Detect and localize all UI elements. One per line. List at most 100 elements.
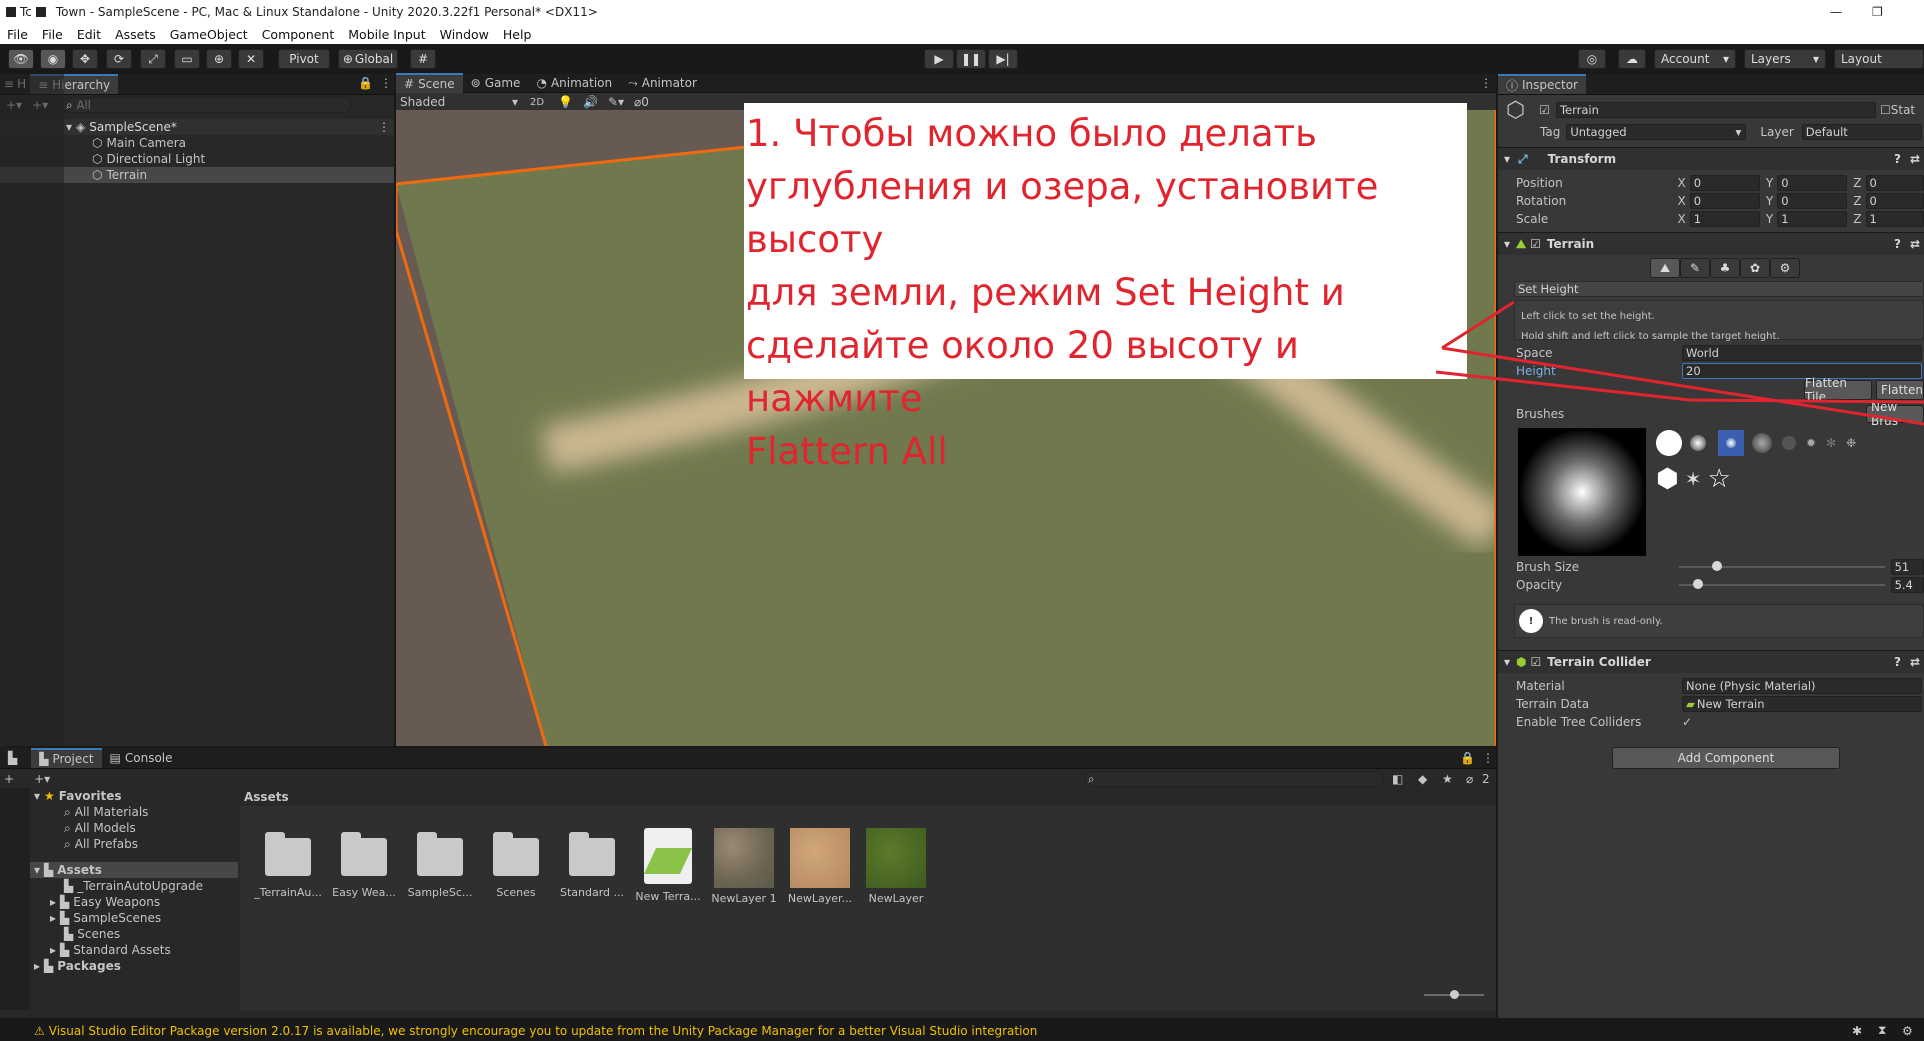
menu-gameobject[interactable]: GameObject [170, 27, 248, 42]
kebab-icon[interactable]: ⋮ [1482, 751, 1494, 765]
asset-item[interactable]: NewLayer 1 [706, 828, 782, 905]
rect-tool-button[interactable]: ▭ [174, 49, 200, 69]
brush-splat-icon[interactable]: ✹ [1806, 436, 1816, 450]
move-tool-button[interactable]: ✥ [72, 49, 98, 69]
tab-inspector[interactable]: ⓘ Inspector [1498, 74, 1586, 94]
tree-tool[interactable]: ♣ [1710, 258, 1740, 278]
scale-tool-button[interactable]: ⤢ [140, 49, 166, 69]
brush-hard-round-icon[interactable] [1656, 430, 1682, 456]
asset-item[interactable]: Standard ... [554, 828, 630, 899]
asset-item[interactable]: Easy Wea... [326, 828, 402, 899]
slider-handle[interactable] [1711, 561, 1722, 571]
effects-icon[interactable]: ✎▾ [608, 95, 624, 109]
tab-animation[interactable]: ◔ Animation [528, 73, 620, 93]
tree-item[interactable]: ▸ ▙ SampleScenes [30, 910, 238, 926]
pivot-toggle[interactable]: Pivot [278, 49, 330, 69]
brush-selected-icon[interactable] [1718, 430, 1744, 456]
asset-item[interactable]: NewLayer... [782, 828, 858, 905]
add-component-button[interactable]: Add Component [1612, 747, 1840, 769]
account-dropdown[interactable]: Account ▾ [1654, 49, 1736, 69]
tree-item[interactable]: ⌕ All Models [30, 820, 238, 836]
space-dropdown[interactable]: World [1682, 345, 1922, 361]
settings-icon[interactable]: ⇄ [1910, 655, 1920, 669]
opacity-field[interactable]: 5.4 [1890, 577, 1924, 593]
layer-dropdown[interactable]: Default [1801, 124, 1922, 140]
tab-project[interactable]: ▙ Project [31, 748, 102, 768]
tree-colliders-checkbox[interactable]: ✓ [1682, 715, 1692, 729]
material-field[interactable]: None (Physic Material) [1682, 678, 1922, 694]
height-field[interactable]: 20 [1682, 363, 1922, 379]
favorite-icon[interactable]: ★ [1442, 772, 1453, 786]
restore-button[interactable]: ❐ [1872, 5, 1883, 19]
tree-item[interactable]: ⌕ All Materials [30, 804, 238, 820]
tab-animator[interactable]: ⤳ Animator [620, 73, 705, 93]
tree-item[interactable]: ▙ _TerrainAutoUpgrade [30, 878, 238, 894]
global-toggle[interactable]: ⊕ Global [338, 49, 398, 69]
asset-item[interactable]: _TerrainAu... [250, 828, 326, 899]
asset-item[interactable]: NewLayer [858, 828, 934, 905]
bug-icon[interactable]: ✱ [1852, 1024, 1862, 1038]
hierarchy-search-input[interactable]: ⌕ All [62, 97, 353, 113]
slider-handle[interactable] [1693, 579, 1704, 589]
tree-item[interactable]: ▙ Scenes [30, 926, 238, 942]
kebab-icon[interactable]: ⋮ [378, 120, 390, 134]
hidden-packages-icon[interactable]: ⌀ [1466, 772, 1473, 786]
rotation-y-field[interactable]: 0 [1777, 193, 1848, 209]
new-brush-button[interactable]: New Brus [1866, 400, 1924, 428]
brush-star-icon[interactable]: ✶ [1685, 467, 1702, 491]
kebab-icon[interactable]: ⋮ [1480, 76, 1492, 90]
tree-assets[interactable]: ▾ ▙ Assets [30, 862, 238, 878]
flatten-tile-button[interactable]: Flatten Tile [1804, 376, 1872, 404]
detail-tool[interactable]: ✿ [1740, 258, 1770, 278]
menu-window[interactable]: Window [440, 27, 489, 42]
tree-item[interactable]: ▸ ▙ Standard Assets [30, 942, 238, 958]
position-z-field[interactable]: 0 [1865, 175, 1924, 191]
terrain-settings-tool[interactable]: ⚙ [1770, 258, 1800, 278]
layout-dropdown[interactable]: Layout [1834, 49, 1924, 69]
tab-scene[interactable]: # Scene [396, 73, 463, 93]
tree-packages[interactable]: ▸ ▙ Packages [30, 958, 238, 974]
tab-console[interactable]: ▤ Console [102, 748, 181, 768]
filter-label-icon[interactable]: ◆ [1418, 772, 1427, 786]
help-icon[interactable]: ? [1894, 152, 1901, 166]
brush-hexagon-icon[interactable]: ⬢ [1656, 464, 1679, 494]
tree-favorites[interactable]: ▾ ★ Favorites [30, 788, 238, 804]
static-checkbox[interactable]: ☐ [1880, 103, 1891, 117]
progress-icon[interactable]: ⧗ [1878, 1023, 1886, 1038]
hand-tool-button[interactable]: 👁 [8, 49, 34, 69]
rotation-x-field[interactable]: 0 [1689, 193, 1760, 209]
status-bar[interactable]: ⚠ Visual Studio Editor Package version 2… [0, 1020, 1924, 1041]
kebab-icon[interactable]: ⋮ [380, 76, 392, 90]
zoom-slider[interactable] [1424, 990, 1484, 999]
settings-icon[interactable]: ⚙ [1902, 1024, 1913, 1038]
help-icon[interactable]: ? [1894, 655, 1901, 669]
menu-assets[interactable]: Assets [115, 27, 156, 42]
scale-y-field[interactable]: 1 [1777, 211, 1848, 227]
brush-noise-icon[interactable] [1752, 433, 1772, 453]
opacity-slider[interactable] [1678, 579, 1885, 589]
tool-mode-dropdown[interactable]: Set Height [1514, 281, 1924, 297]
lock-icon[interactable]: 🔒 [1460, 751, 1475, 765]
minimize-button[interactable]: — [1830, 5, 1842, 19]
asset-item[interactable]: New Terra... [630, 828, 706, 903]
tab-game[interactable]: ⊚ Game [463, 73, 529, 93]
menu-help[interactable]: Help [503, 27, 532, 42]
filter-type-icon[interactable]: ◧ [1392, 772, 1403, 786]
menu-edit[interactable]: Edit [77, 27, 101, 42]
menu-component[interactable]: Component [262, 27, 335, 42]
active-checkbox[interactable]: ☑ [1539, 103, 1550, 117]
view-tool-button[interactable]: ◉ [40, 49, 66, 69]
terrain-collider-header[interactable]: ▾ ⬢ ☑ Terrain Collider ? ⇄ [1498, 650, 1924, 673]
transform-header[interactable]: ▾ ⤢ Transform ? ⇄ [1498, 147, 1924, 170]
enabled-checkbox[interactable]: ☑ [1531, 655, 1542, 669]
brush-dots-icon[interactable] [1782, 436, 1796, 450]
pause-button[interactable]: ❚❚ [956, 49, 986, 69]
lock-icon[interactable]: 🔒 [358, 76, 373, 90]
grid-snap-button[interactable]: # [410, 49, 436, 69]
terrain-data-field[interactable]: ▰ New Terrain [1682, 696, 1922, 712]
flatten-all-button[interactable]: Flatten [1876, 380, 1924, 400]
play-button[interactable]: ▶ [924, 49, 954, 69]
light-icon[interactable]: 💡 [558, 95, 573, 109]
object-name-field[interactable]: Terrain [1555, 102, 1876, 118]
settings-icon[interactable]: ⇄ [1910, 237, 1920, 251]
